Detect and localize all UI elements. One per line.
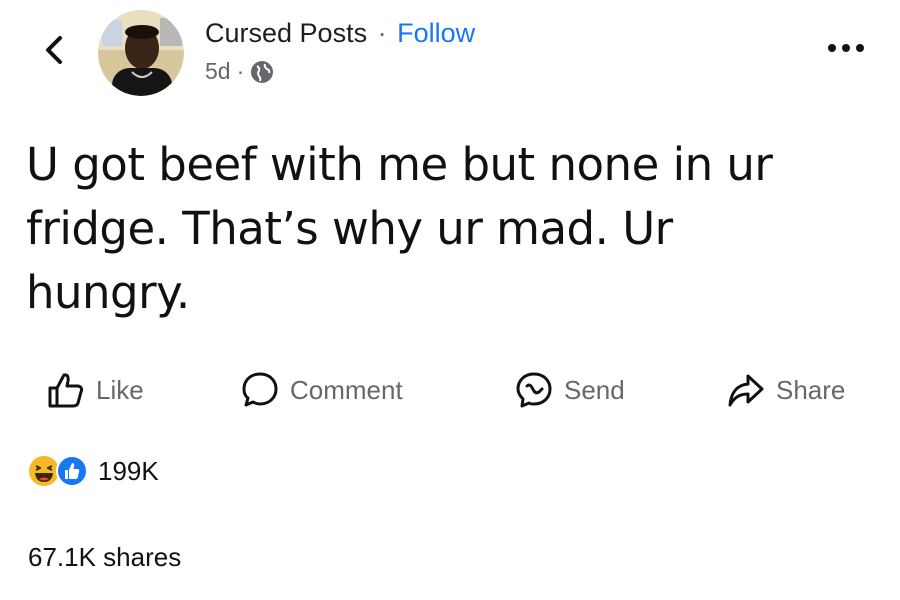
reaction-count: 199K (98, 455, 159, 486)
chevron-left-icon (46, 36, 62, 64)
header-separator: · (377, 18, 387, 48)
comment-button[interactable]: Comment (240, 366, 403, 414)
meta-separator: · (236, 58, 245, 84)
more-horizontal-icon (828, 44, 864, 52)
thumbs-up-icon (48, 373, 84, 408)
post-header-title: Cursed Posts · Follow (205, 17, 475, 49)
author-name[interactable]: Cursed Posts (205, 18, 367, 48)
author-avatar[interactable] (98, 10, 184, 96)
post-text: U got beef with me but none in ur fridge… (26, 138, 773, 319)
post-timestamp[interactable]: 5d (205, 58, 231, 85)
like-button[interactable]: Like (46, 366, 144, 414)
send-label: Send (564, 374, 625, 405)
more-options-button[interactable] (824, 36, 868, 60)
globe-icon (251, 60, 274, 83)
back-button[interactable] (34, 30, 74, 70)
send-button[interactable]: Send (514, 366, 625, 414)
like-label: Like (96, 374, 144, 405)
post-actions-bar: Like Comment Send Share (40, 366, 880, 414)
reactions-summary[interactable]: 199K (28, 455, 159, 487)
like-reaction-icon (56, 455, 88, 487)
shares-count[interactable]: 67.1K shares (28, 542, 181, 573)
comment-icon (242, 372, 278, 407)
avatar-image (98, 10, 184, 96)
comment-label: Comment (290, 374, 403, 405)
follow-button[interactable]: Follow (397, 18, 475, 48)
post-meta: 5d · (205, 58, 274, 85)
share-button[interactable]: Share (726, 366, 845, 414)
share-label: Share (776, 374, 846, 405)
share-arrow-icon (728, 374, 764, 407)
messenger-icon (516, 372, 552, 408)
